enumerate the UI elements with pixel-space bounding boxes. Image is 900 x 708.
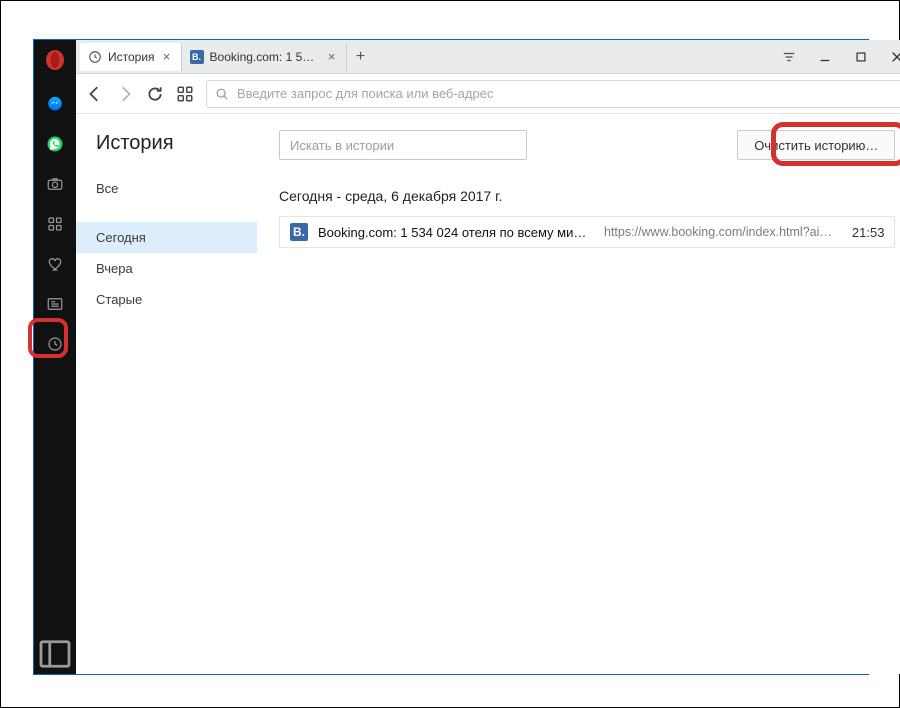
address-bar[interactable] [206, 80, 900, 108]
forward-button[interactable] [116, 85, 134, 103]
history-main: Очистить историю… Сегодня - среда, 6 дек… [257, 114, 900, 674]
filter-all[interactable]: Все [76, 173, 257, 204]
filter-older[interactable]: Старые [76, 284, 257, 315]
new-tab-button[interactable]: + [347, 48, 375, 66]
tab-close-icon[interactable]: × [161, 51, 173, 63]
messenger-icon[interactable] [34, 84, 76, 124]
heart-icon[interactable] [34, 244, 76, 284]
history-sidebar: История Все Сегодня Вчера Старые [76, 114, 257, 674]
tab-label: Booking.com: 1 534 024 о… [210, 50, 320, 64]
window-controls [771, 43, 900, 71]
history-page: История Все Сегодня Вчера Старые Очистит… [76, 114, 900, 674]
camera-icon[interactable] [34, 164, 76, 204]
minimize-button[interactable] [807, 43, 843, 71]
entry-url: https://www.booking.com/index.html?ai… [604, 225, 832, 239]
news-icon[interactable] [34, 284, 76, 324]
toolbar [76, 74, 900, 114]
reload-button[interactable] [146, 85, 164, 103]
tab-close-icon[interactable]: × [326, 51, 338, 63]
tab-history[interactable]: История × [80, 43, 182, 71]
history-entry[interactable]: B. Booking.com: 1 534 024 отеля по всему… [279, 216, 895, 248]
browser-window: История × B. Booking.com: 1 534 024 о… ×… [33, 39, 869, 675]
tab-label: История [108, 50, 155, 64]
sidebar-toggle-icon[interactable] [34, 634, 76, 674]
outer-frame: История × B. Booking.com: 1 534 024 о… ×… [0, 0, 900, 708]
speed-dial-button-icon[interactable] [176, 85, 194, 103]
tab-booking[interactable]: B. Booking.com: 1 534 024 о… × [182, 43, 347, 71]
filter-today[interactable]: Сегодня [76, 222, 257, 253]
address-input[interactable] [237, 86, 898, 101]
tab-bar: История × B. Booking.com: 1 534 024 о… ×… [76, 40, 900, 74]
maximize-button[interactable] [843, 43, 879, 71]
booking-tab-icon: B. [190, 50, 204, 64]
history-search-input[interactable] [290, 131, 516, 159]
search-icon [215, 87, 229, 101]
page-title: История [76, 132, 257, 173]
speed-dial-icon[interactable] [34, 204, 76, 244]
opera-logo-icon[interactable] [43, 48, 67, 72]
history-search[interactable] [279, 130, 527, 160]
entry-time: 21:53 [852, 225, 885, 240]
clear-history-button[interactable]: Очистить историю… [737, 130, 895, 160]
entry-favicon: B. [290, 223, 308, 241]
easy-setup-icon[interactable] [771, 43, 807, 71]
entry-title: Booking.com: 1 534 024 отеля по всему ми… [318, 225, 588, 240]
back-button[interactable] [86, 85, 104, 103]
main-area: История × B. Booking.com: 1 534 024 о… ×… [76, 40, 900, 674]
close-window-button[interactable] [879, 43, 900, 71]
whatsapp-icon[interactable] [34, 124, 76, 164]
left-sidebar [34, 40, 76, 674]
history-tab-icon [88, 50, 102, 64]
date-heading: Сегодня - среда, 6 декабря 2017 г. [279, 188, 895, 204]
history-icon[interactable] [34, 324, 76, 364]
filter-yesterday[interactable]: Вчера [76, 253, 257, 284]
